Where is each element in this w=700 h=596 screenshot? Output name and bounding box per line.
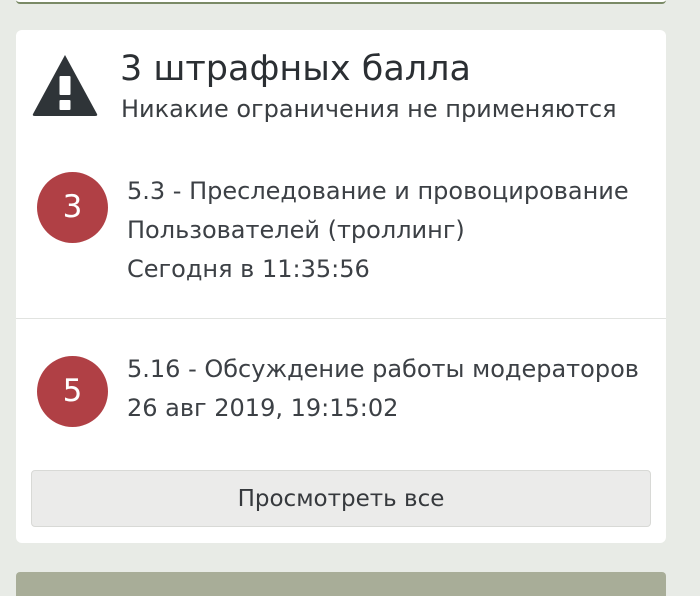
penalty-points-title: 3 штрафных балла bbox=[120, 49, 471, 89]
warning-summary: 3 штрафных балла Никакие ограничения не … bbox=[16, 30, 666, 160]
penalty-item: 5 5.16 - Обсуждение работы модераторов 2… bbox=[16, 319, 666, 445]
penalty-value-badge: 3 bbox=[37, 172, 108, 243]
warning-points-card: 3 штрафных балла Никакие ограничения не … bbox=[16, 30, 666, 543]
penalty-date: Сегодня в 11:35:56 bbox=[127, 255, 370, 283]
penalty-date: 26 авг 2019, 19:15:02 bbox=[127, 394, 399, 422]
penalty-details: 5.16 - Обсуждение работы модераторов 26 … bbox=[127, 350, 639, 428]
penalty-item: 3 5.3 - Преследование и провоцирование П… bbox=[16, 170, 666, 319]
next-card-edge bbox=[16, 572, 666, 596]
penalty-rule-continuation: Пользователей (троллинг) bbox=[127, 216, 465, 244]
restrictions-status: Никакие ограничения не применяются bbox=[121, 95, 617, 123]
view-all-button[interactable]: Просмотреть все bbox=[31, 470, 651, 527]
penalty-value-badge: 5 bbox=[37, 356, 108, 427]
penalty-rule: 5.3 - Преследование и провоцирование bbox=[127, 177, 629, 205]
penalty-details: 5.3 - Преследование и провоцирование Пол… bbox=[127, 172, 629, 289]
warning-icon bbox=[32, 55, 98, 116]
penalty-rule: 5.16 - Обсуждение работы модераторов bbox=[127, 355, 639, 383]
previous-card-edge bbox=[16, 0, 666, 4]
